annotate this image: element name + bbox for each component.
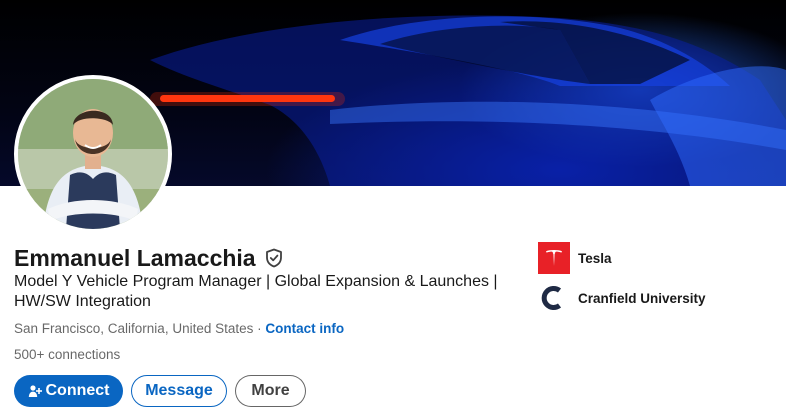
more-button[interactable]: More — [235, 375, 306, 407]
org-name: Cranfield University — [578, 290, 706, 306]
message-button[interactable]: Message — [131, 375, 227, 407]
message-label: Message — [145, 382, 213, 399]
contact-info-link[interactable]: Contact info — [265, 321, 344, 336]
profile-name: Emmanuel Lamacchia — [14, 245, 256, 271]
org-tesla[interactable]: Tesla — [538, 242, 706, 274]
connect-button[interactable]: Connect — [14, 375, 123, 407]
more-label: More — [251, 382, 290, 399]
profile-actions: Connect Message More — [14, 375, 306, 407]
name-row: Emmanuel Lamacchia — [14, 244, 284, 272]
tesla-logo — [538, 242, 570, 274]
connect-label: Connect — [45, 382, 110, 399]
profile-orgs: Tesla Cranfield University — [538, 242, 706, 322]
org-name: Tesla — [578, 250, 612, 266]
profile-photo[interactable] — [14, 75, 172, 233]
profile-headline: Model Y Vehicle Program Manager | Global… — [14, 273, 498, 310]
profile-location: San Francisco, California, United States — [14, 321, 254, 336]
location-separator: · — [253, 321, 266, 336]
location-row: San Francisco, California, United States… — [14, 320, 344, 338]
add-user-icon — [28, 384, 42, 398]
connections-label: 500+ connections — [14, 347, 121, 362]
cranfield-logo — [538, 282, 570, 314]
verified-shield-icon[interactable] — [264, 248, 284, 268]
person-illustration — [18, 79, 168, 229]
connections-count[interactable]: 500+ connections — [14, 346, 120, 364]
org-cranfield[interactable]: Cranfield University — [538, 282, 706, 314]
profile-card: Emmanuel Lamacchia Model Y Vehicle Progr… — [0, 0, 786, 416]
